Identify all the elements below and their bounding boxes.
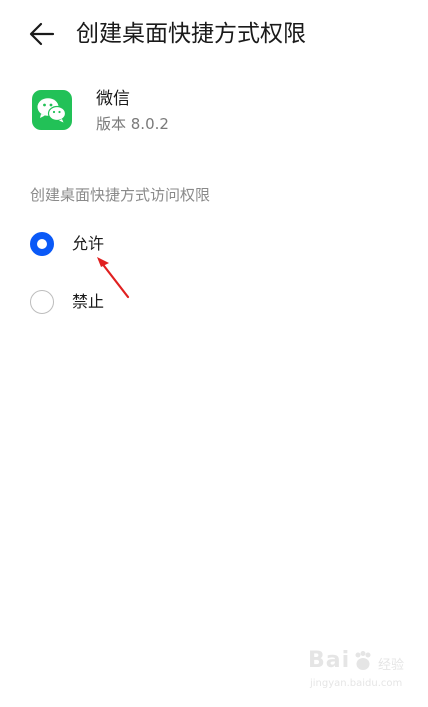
arrow-left-icon [29, 22, 55, 46]
app-name: 微信 [96, 89, 130, 109]
app-info: 微信 版本 8.0.2 [32, 88, 402, 144]
app-bar: 创建桌面快捷方式权限 [0, 0, 428, 70]
red-arrow-icon [97, 257, 130, 299]
radio-unchecked-icon[interactable] [30, 290, 54, 314]
section-label: 创建桌面快捷方式访问权限 [30, 186, 211, 204]
paw-icon [355, 651, 371, 670]
back-button[interactable] [26, 18, 58, 50]
app-version: 版本 8.0.2 [96, 115, 169, 133]
page-title: 创建桌面快捷方式权限 [76, 21, 306, 47]
wechat-icon [32, 90, 72, 130]
radio-option-allow[interactable]: 允许 [30, 224, 400, 264]
radio-checked-icon[interactable] [30, 232, 54, 256]
watermark-sub: 经验 [378, 658, 405, 673]
radio-option-deny[interactable]: 禁止 [30, 282, 400, 322]
watermark-url: jingyan.baidu.com [310, 678, 403, 689]
baidu-jingyan-watermark: Bai 经验 jingyan.baidu.com [308, 648, 418, 696]
watermark-brand: Bai [308, 648, 351, 673]
